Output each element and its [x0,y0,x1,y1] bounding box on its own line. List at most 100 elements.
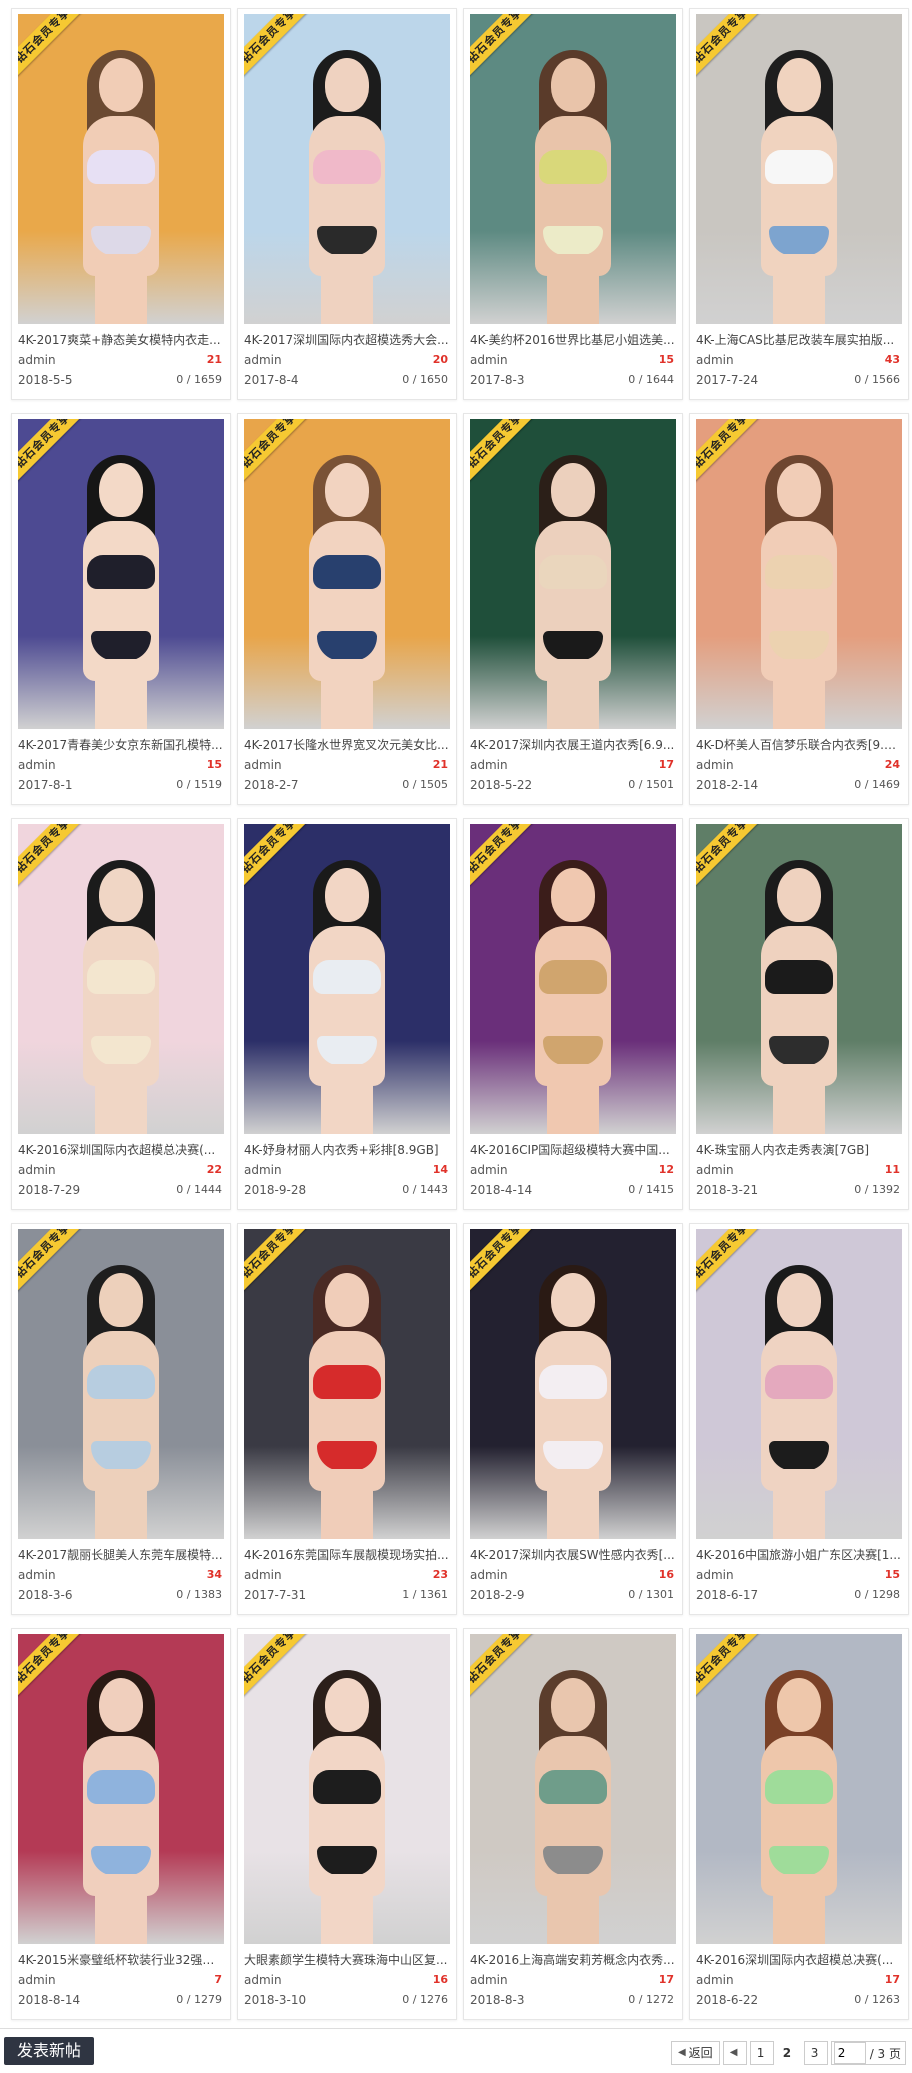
thread-thumbnail[interactable]: 钻石会员专享 [696,1634,902,1944]
model-figure [739,1265,859,1539]
thread-title[interactable]: 4K-2016深圳国际内衣超模总决赛(... [18,1141,224,1159]
prev-page-button[interactable]: ◀ [722,2041,747,2065]
thread-author[interactable]: admin [18,1163,56,1177]
view-count: 0 / 1301 [628,1588,674,1601]
page-link-3[interactable]: 3 [803,2041,828,2065]
figure-legs [773,1874,825,1944]
back-button[interactable]: ◀ 返回 [670,2041,720,2065]
thread-title[interactable]: 4K-D杯美人百信梦乐联合内衣秀[9.5... [696,736,902,754]
thread-date: 2017-7-24 [696,373,759,387]
thread-date: 2017-8-4 [244,373,299,387]
thread-title[interactable]: 4K-2017深圳国际内衣超模选秀大会... [244,331,450,349]
thread-thumbnail[interactable]: 钻石会员专享 [244,1229,450,1539]
model-figure [287,50,407,324]
figure-legs [773,659,825,729]
thread-title[interactable]: 4K-2016东莞国际车展靓模现场实拍... [244,1546,450,1564]
thread-title[interactable]: 4K-2016中国旅游小姐广东区决赛[1... [696,1546,902,1564]
thread-thumbnail[interactable]: 钻石会员专享 [470,1229,676,1539]
thread-title[interactable]: 4K-2017长隆水世界宽叉次元美女比... [244,736,450,754]
thread-title[interactable]: 4K-珠宝丽人内衣走秀表演[7GB] [696,1141,902,1159]
thread-thumbnail[interactable]: 钻石会员专享 [244,419,450,729]
thread-author[interactable]: admin [18,353,56,367]
model-figure [287,860,407,1134]
model-figure [61,1670,181,1944]
page-current-2: 2 [782,2046,792,2060]
thread-author[interactable]: admin [244,1973,282,1987]
page-jump-input[interactable] [833,2042,866,2064]
thread-author[interactable]: admin [696,1163,734,1177]
thread-author[interactable]: admin [18,1973,56,1987]
thread-title[interactable]: 4K-上海CAS比基尼改装车展实拍版... [696,331,902,349]
thread-title[interactable]: 4K-2017深圳内衣展SW性感内衣秀[... [470,1546,676,1564]
thread-title[interactable]: 4K-2017靓丽长腿美人东莞车展模特... [18,1546,224,1564]
thread-title[interactable]: 4K-2016深圳国际内衣超模总决赛(... [696,1951,902,1969]
thread-thumbnail[interactable]: 钻石会员专享 [470,14,676,324]
thread-author[interactable]: admin [696,1568,734,1582]
thread-author[interactable]: admin [470,1568,508,1582]
thread-title[interactable]: 4K-2015米豪璧纸杯软装行业32强佳... [18,1951,224,1969]
thread-thumbnail[interactable]: 钻石会员专享 [696,1229,902,1539]
thread-author[interactable]: admin [470,353,508,367]
figure-head [777,1678,821,1732]
thread-title[interactable]: 4K-美约杯2016世界比基尼小姐选美... [470,331,676,349]
figure-top [765,555,833,589]
model-figure [739,455,859,729]
thread-author[interactable]: admin [470,1163,508,1177]
model-figure [61,50,181,324]
model-figure [61,860,181,1134]
thread-thumbnail[interactable]: 钻石会员专享 [18,1229,224,1539]
figure-legs [547,1469,599,1539]
thread-thumbnail[interactable]: 钻石会员专享 [470,419,676,729]
view-count: 0 / 1279 [176,1993,222,2006]
thread-thumbnail[interactable]: 钻石会员专享 [696,419,902,729]
thread-author[interactable]: admin [470,758,508,772]
figure-legs [547,1874,599,1944]
view-count: 0 / 1650 [402,373,448,386]
thread-author[interactable]: admin [696,758,734,772]
thread-title[interactable]: 大眼素颜学生模特大赛珠海中山区复... [244,1951,450,1969]
thread-thumbnail[interactable]: 钻石会员专享 [18,419,224,729]
view-count: 0 / 1383 [176,1588,222,1601]
figure-top [539,150,607,184]
thread-thumbnail[interactable]: 钻石会员专享 [696,14,902,324]
footer-bar: 发表新帖 ◀ 返回 ◀ 1 2 3 / 3 页 [0,2028,912,2073]
thread-title[interactable]: 4K-2017爽菜+静态美女模特内衣走... [18,331,224,349]
reply-count: 23 [432,1568,448,1581]
thread-title[interactable]: 4K-2016CIP国际超级模特大赛中国... [470,1141,676,1159]
thumbnail-photo [244,1229,450,1539]
thread-thumbnail[interactable]: 钻石会员专享 [470,824,676,1134]
thread-author[interactable]: admin [470,1973,508,1987]
thread-thumbnail[interactable]: 钻石会员专享 [244,824,450,1134]
thread-author[interactable]: admin [244,1568,282,1582]
thread-author[interactable]: admin [696,1973,734,1987]
reply-count: 21 [206,353,222,366]
page-link-1[interactable]: 1 [749,2041,774,2065]
thread-thumbnail[interactable]: 钻石会员专享 [470,1634,676,1944]
thread-author[interactable]: admin [18,1568,56,1582]
thread-date: 2018-2-7 [244,778,299,792]
thread-title[interactable]: 4K-妤身材丽人内衣秀+彩排[8.9GB] [244,1141,450,1159]
thread-thumbnail[interactable]: 钻石会员专享 [696,824,902,1134]
figure-head [551,1273,595,1327]
thread-thumbnail[interactable]: 钻石会员专享 [244,1634,450,1944]
view-count: 0 / 1501 [628,778,674,791]
thread-card: 钻石会员专享 4K-2017深圳内衣展王道内衣秀[6.9... admin 17 201… [463,413,683,805]
thread-author[interactable]: admin [244,758,282,772]
new-post-button[interactable]: 发表新帖 [4,2037,94,2065]
thread-thumbnail[interactable]: 钻石会员专享 [244,14,450,324]
thread-date: 2018-6-17 [696,1588,759,1602]
thread-thumbnail[interactable]: 钻石会员专享 [18,14,224,324]
thread-title[interactable]: 4K-2016上海高端安莉芳概念内衣秀... [470,1951,676,1969]
thread-author[interactable]: admin [18,758,56,772]
figure-head [325,868,369,922]
reply-count: 34 [206,1568,222,1581]
figure-head [99,1678,143,1732]
thread-author[interactable]: admin [696,353,734,367]
thread-thumbnail[interactable]: 钻石会员专享 [18,824,224,1134]
thread-title[interactable]: 4K-2017青春美少女京东新国孔模特... [18,736,224,754]
thread-author[interactable]: admin [244,353,282,367]
thread-thumbnail[interactable]: 钻石会员专享 [18,1634,224,1944]
figure-head [551,1678,595,1732]
thread-author[interactable]: admin [244,1163,282,1177]
thread-title[interactable]: 4K-2017深圳内衣展王道内衣秀[6.9... [470,736,676,754]
